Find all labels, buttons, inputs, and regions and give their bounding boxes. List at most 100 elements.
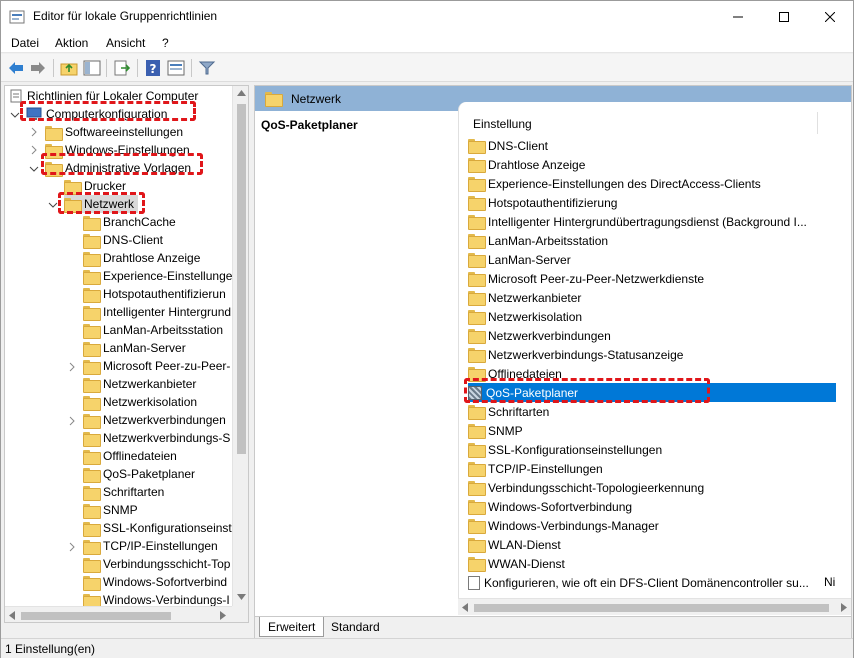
tree-item[interactable]: DNS-Client: [83, 231, 163, 249]
column-header-einstellung[interactable]: Einstellung: [473, 117, 532, 131]
tree-item[interactable]: Hotspotauthentifizierun: [83, 285, 226, 303]
properties-icon[interactable]: [167, 59, 185, 77]
list-item-label: QoS-Paketplaner: [486, 385, 579, 400]
list-item[interactable]: Netzwerkisolation: [468, 307, 836, 326]
list-item[interactable]: Verbindungsschicht-Topologieerkennung: [468, 478, 836, 497]
scroll-left-icon[interactable]: [9, 611, 15, 620]
help-icon[interactable]: ?: [144, 59, 162, 77]
close-button[interactable]: [807, 1, 853, 32]
tree-item[interactable]: Offlinedateien: [83, 447, 177, 465]
menu-help[interactable]: ?: [162, 36, 169, 50]
folder-icon: [83, 593, 101, 609]
up-folder-icon[interactable]: [60, 59, 78, 77]
chevron-right-icon[interactable]: [67, 362, 77, 372]
tree-item-drucker[interactable]: Drucker: [64, 177, 126, 195]
tab-standard[interactable]: Standard: [323, 617, 388, 637]
list-item-label: Netzwerkverbindungs-Statusanzeige: [488, 347, 684, 362]
tree-vscroll-thumb[interactable]: [237, 104, 246, 454]
forward-arrow-icon[interactable]: [29, 59, 47, 77]
list-item[interactable]: Hotspotauthentifizierung: [468, 193, 836, 212]
scroll-right-icon[interactable]: [220, 611, 226, 620]
chevron-down-icon[interactable]: [48, 200, 58, 210]
tree-item[interactable]: Windows-Sofortverbind: [83, 573, 227, 591]
tree-item[interactable]: LanMan-Server: [83, 339, 186, 357]
tree-item[interactable]: TCP/IP-Einstellungen: [83, 537, 218, 555]
list-item[interactable]: Schriftarten: [468, 402, 836, 421]
tree-item-computerkonfiguration[interactable]: Computerkonfiguration: [26, 105, 167, 123]
tree-item[interactable]: LanMan-Arbeitsstation: [83, 321, 223, 339]
tree-vertical-scrollbar[interactable]: [232, 86, 248, 606]
chevron-right-icon[interactable]: [29, 145, 39, 155]
tree-item[interactable]: Netzwerkisolation: [83, 393, 197, 411]
tree-horizontal-scrollbar[interactable]: [5, 606, 232, 622]
list-horizontal-scrollbar[interactable]: [458, 598, 851, 615]
chevron-right-icon[interactable]: [29, 127, 39, 137]
list-item[interactable]: Offlinedateien: [468, 364, 836, 383]
tree-item[interactable]: Microsoft Peer-zu-Peer-: [83, 357, 230, 375]
scroll-left-icon[interactable]: [462, 603, 468, 612]
tree-item[interactable]: SSL-Konfigurationseinst: [83, 519, 232, 537]
list-item[interactable]: Windows-Verbindungs-Manager: [468, 516, 836, 535]
tree-item-softwareeinstellungen[interactable]: Softwareeinstellungen: [45, 123, 183, 141]
tree-item[interactable]: BranchCache: [83, 213, 176, 231]
menu-ansicht[interactable]: Ansicht: [106, 36, 145, 50]
back-arrow-icon[interactable]: [7, 59, 25, 77]
tree-item-administrative-vorlagen[interactable]: Administrative Vorlagen: [45, 159, 191, 177]
list-item[interactable]: Experience-Einstellungen des DirectAcces…: [468, 174, 836, 193]
minimize-button[interactable]: [715, 1, 761, 32]
tree-item[interactable]: SNMP: [83, 501, 138, 519]
list-item[interactable]: Intelligenter Hintergrundübertragungsdie…: [468, 212, 836, 231]
menu-aktion[interactable]: Aktion: [55, 36, 88, 50]
list-item[interactable]: SSL-Konfigurationseinstellungen: [468, 440, 836, 459]
chevron-right-icon[interactable]: [67, 542, 77, 552]
tree-label: TCP/IP-Einstellungen: [103, 539, 218, 553]
tree-item-netzwerk[interactable]: Netzwerk: [64, 195, 139, 213]
list-item-selected[interactable]: QoS-Paketplaner: [468, 383, 836, 402]
tree-item[interactable]: Drahtlose Anzeige: [83, 249, 200, 267]
tree-item[interactable]: Netzwerkverbindungs-S: [83, 429, 230, 447]
menu-datei[interactable]: Datei: [11, 36, 39, 50]
list-item[interactable]: LanMan-Server: [468, 250, 836, 269]
list-item[interactable]: WLAN-Dienst: [468, 535, 836, 554]
list-item-setting[interactable]: Konfigurieren, wie oft ein DFS-Client Do…: [468, 573, 836, 592]
tree-pane[interactable]: Richtlinien für Lokaler Computer Compute…: [4, 85, 249, 623]
title-bar[interactable]: Editor für lokale Gruppenrichtlinien: [1, 1, 853, 32]
list-item[interactable]: Drahtlose Anzeige: [468, 155, 836, 174]
tree-item[interactable]: Intelligenter Hintergrund: [83, 303, 231, 321]
tree-item[interactable]: Schriftarten: [83, 483, 164, 501]
list-item-label: Netzwerkisolation: [488, 309, 583, 324]
chevron-right-icon[interactable]: [67, 416, 77, 426]
folder-icon: [83, 287, 101, 303]
list-item-label: Hotspotauthentifizierung: [488, 195, 618, 210]
tree-item[interactable]: Netzwerkanbieter: [83, 375, 196, 393]
list-item[interactable]: SNMP: [468, 421, 836, 440]
list-item[interactable]: WWAN-Dienst: [468, 554, 836, 573]
list-item[interactable]: Netzwerkanbieter: [468, 288, 836, 307]
list-item[interactable]: LanMan-Arbeitsstation: [468, 231, 836, 250]
tree-item[interactable]: QoS-Paketplaner: [83, 465, 195, 483]
show-hide-tree-icon[interactable]: [83, 59, 101, 77]
list-hscroll-thumb[interactable]: [474, 604, 829, 612]
export-list-icon[interactable]: [113, 59, 131, 77]
tree-item[interactable]: Verbindungsschicht-Top: [83, 555, 230, 573]
list-item[interactable]: Netzwerkverbindungen: [468, 326, 836, 345]
tree-item[interactable]: Netzwerkverbindungen: [83, 411, 226, 429]
maximize-button[interactable]: [761, 1, 807, 32]
tree-item-windows-einstellungen[interactable]: Windows-Einstellungen: [45, 141, 190, 159]
column-divider[interactable]: [817, 112, 818, 134]
list-item[interactable]: Windows-Sofortverbindung: [468, 497, 836, 516]
tree-root[interactable]: Richtlinien für Lokaler Computer: [9, 87, 198, 105]
tab-erweitert[interactable]: Erweitert: [259, 617, 325, 637]
chevron-down-icon[interactable]: [10, 110, 20, 120]
filter-icon[interactable]: [198, 59, 216, 77]
chevron-down-icon[interactable]: [29, 164, 39, 174]
scroll-down-icon[interactable]: [237, 594, 246, 600]
tree-item[interactable]: Experience-Einstellunge: [83, 267, 232, 285]
list-item[interactable]: TCP/IP-Einstellungen: [468, 459, 836, 478]
list-item[interactable]: DNS-Client: [468, 136, 836, 155]
scroll-up-icon[interactable]: [237, 90, 246, 96]
tree-hscroll-thumb[interactable]: [21, 612, 171, 620]
list-item[interactable]: Netzwerkverbindungs-Statusanzeige: [468, 345, 836, 364]
scroll-right-icon[interactable]: [841, 603, 847, 612]
list-item[interactable]: Microsoft Peer-zu-Peer-Netzwerkdienste: [468, 269, 836, 288]
